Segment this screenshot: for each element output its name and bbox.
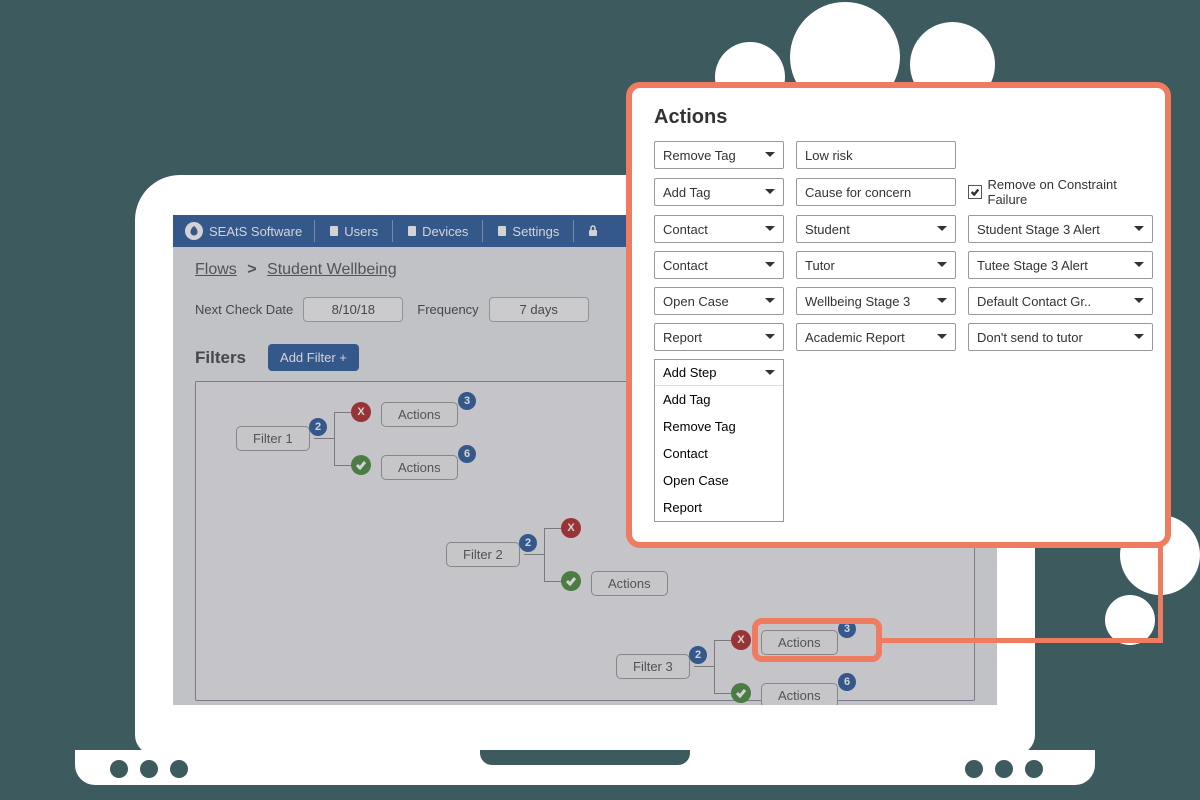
action-type-select[interactable]: Contact xyxy=(654,215,784,243)
action-type-select[interactable]: Open Case xyxy=(654,287,784,315)
brand-label: SEAtS Software xyxy=(209,224,302,239)
remove-on-failure-checkbox[interactable]: Remove on Constraint Failure xyxy=(968,177,1153,207)
nav-users-label: Users xyxy=(344,224,378,239)
users-icon xyxy=(329,225,339,237)
nav-devices[interactable]: Devices xyxy=(393,224,482,239)
nav-settings-label: Settings xyxy=(512,224,559,239)
actions-node[interactable]: Actions xyxy=(761,683,838,705)
next-check-input[interactable] xyxy=(303,297,403,322)
filter-2-node[interactable]: Filter 2 xyxy=(446,542,520,567)
checkbox-icon xyxy=(968,185,982,199)
devices-icon xyxy=(407,225,417,237)
action-option-select[interactable]: Default Contact Gr.. xyxy=(968,287,1153,315)
callout-connector xyxy=(1158,533,1163,643)
action-type-select[interactable]: Remove Tag xyxy=(654,141,784,169)
filter-1-node[interactable]: Filter 1 xyxy=(236,426,310,451)
count-badge: 6 xyxy=(458,445,476,463)
add-filter-button[interactable]: Add Filter + xyxy=(268,344,359,371)
menu-item-report[interactable]: Report xyxy=(655,494,783,521)
laptop-feet xyxy=(965,760,1043,778)
pass-icon xyxy=(351,455,371,475)
filters-heading: Filters xyxy=(195,348,246,368)
count-badge: 3 xyxy=(458,392,476,410)
action-type-select[interactable]: Add Tag xyxy=(654,178,784,206)
nav-devices-label: Devices xyxy=(422,224,468,239)
actions-node[interactable]: Actions xyxy=(591,571,668,596)
pass-icon xyxy=(731,683,751,703)
brand: SEAtS Software xyxy=(173,222,314,240)
callout-connector xyxy=(882,638,1162,643)
fail-icon: X xyxy=(561,518,581,538)
checkbox-label: Remove on Constraint Failure xyxy=(988,177,1154,207)
action-option-select[interactable]: Student Stage 3 Alert xyxy=(968,215,1153,243)
action-type-select[interactable]: Contact xyxy=(654,251,784,279)
actions-grid: Remove Tag Low risk Add Tag Cause for co… xyxy=(654,141,1143,351)
count-badge: 2 xyxy=(689,646,707,664)
actions-node[interactable]: Actions xyxy=(381,455,458,480)
frequency-input[interactable] xyxy=(489,297,589,322)
action-option-select[interactable]: Don't send to tutor xyxy=(968,323,1153,351)
fail-icon: X xyxy=(351,402,371,422)
menu-item-contact[interactable]: Contact xyxy=(655,440,783,467)
filter-3-node[interactable]: Filter 3 xyxy=(616,654,690,679)
actions-node[interactable]: Actions xyxy=(381,402,458,427)
fail-icon: X xyxy=(731,630,751,650)
action-target-select[interactable]: Wellbeing Stage 3 xyxy=(796,287,956,315)
menu-item-open-case[interactable]: Open Case xyxy=(655,467,783,494)
menu-item-add-tag[interactable]: Add Tag xyxy=(655,386,783,413)
brand-icon xyxy=(185,222,203,240)
nav-lock[interactable] xyxy=(574,225,612,237)
count-badge: 2 xyxy=(309,418,327,436)
menu-item-remove-tag[interactable]: Remove Tag xyxy=(655,413,783,440)
popover-title: Actions xyxy=(654,106,1143,129)
frequency-label: Frequency xyxy=(417,302,478,317)
breadcrumb-sep: > xyxy=(247,261,256,278)
count-badge: 2 xyxy=(519,534,537,552)
next-check-label: Next Check Date xyxy=(195,302,293,317)
action-target-select[interactable]: Student xyxy=(796,215,956,243)
actions-node-highlighted[interactable]: Actions xyxy=(761,630,838,655)
action-option-select[interactable]: Tutee Stage 3 Alert xyxy=(968,251,1153,279)
action-type-select[interactable]: Report xyxy=(654,323,784,351)
count-badge: 6 xyxy=(838,673,856,691)
action-value-input[interactable]: Cause for concern xyxy=(796,178,956,206)
add-step-select[interactable]: Add Step xyxy=(655,360,783,386)
add-step-menu: Add Step Add Tag Remove Tag Contact Open… xyxy=(654,359,784,522)
action-target-select[interactable]: Academic Report xyxy=(796,323,956,351)
pass-icon xyxy=(561,571,581,591)
laptop-notch xyxy=(480,750,690,765)
nav-settings[interactable]: Settings xyxy=(483,224,573,239)
actions-popover: Actions Remove Tag Low risk Add Tag Caus… xyxy=(626,82,1171,548)
count-badge: 3 xyxy=(838,620,856,638)
action-value-input[interactable]: Low risk xyxy=(796,141,956,169)
action-target-select[interactable]: Tutor xyxy=(796,251,956,279)
nav-users[interactable]: Users xyxy=(315,224,392,239)
breadcrumb-root[interactable]: Flows xyxy=(195,261,237,278)
breadcrumb-current[interactable]: Student Wellbeing xyxy=(267,261,397,278)
lock-icon xyxy=(588,225,598,237)
settings-icon xyxy=(497,225,507,237)
laptop-feet xyxy=(110,760,188,778)
